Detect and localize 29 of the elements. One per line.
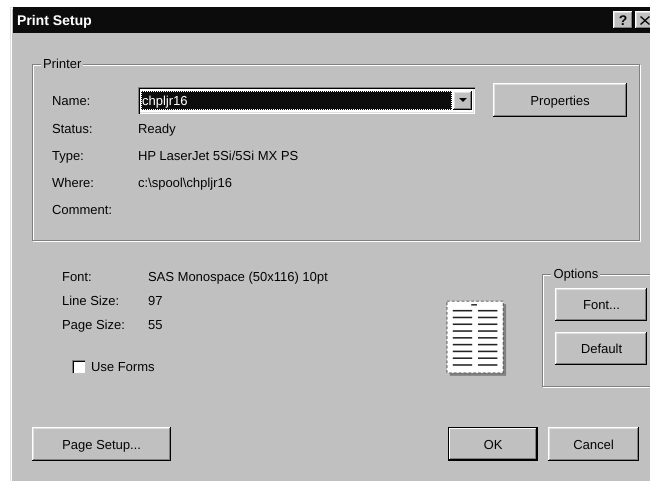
field-label: Where: (52, 174, 95, 191)
option-button[interactable]: Font... (555, 288, 648, 321)
field-label: Line Size: (62, 293, 120, 308)
field-label: Type: (52, 147, 85, 164)
field-label: Status: (52, 120, 94, 137)
group-label: Options (551, 266, 600, 282)
close-button[interactable] (635, 11, 650, 29)
field-label: Font: (62, 269, 93, 284)
field-label: Name: (52, 92, 92, 108)
option-button[interactable]: Default (555, 332, 648, 365)
field-value: 97 (148, 293, 164, 308)
page-preview-icon (446, 299, 508, 379)
field-value: HP LaserJet 5Si/5Si MX PS (138, 147, 298, 164)
field-value: SAS Monospace (50x116) 10pt (148, 269, 328, 284)
help-button[interactable]: ? (613, 11, 633, 29)
dialog-button[interactable]: Page Setup... (32, 427, 171, 461)
properties-button[interactable]: Properties (493, 83, 627, 117)
close-icon (640, 16, 650, 24)
field-label: Comment: (52, 201, 113, 218)
field-label: Page Size: (62, 317, 126, 332)
field-value: Ready (138, 120, 177, 137)
field-value: 55 (148, 317, 164, 332)
dialog-button[interactable]: OK (448, 427, 538, 461)
dialog-button[interactable]: Cancel (548, 427, 639, 461)
field-value: c:\spool\chpljr16 (138, 174, 233, 191)
window-title: Print Setup (17, 12, 93, 28)
checkbox-label[interactable]: Use Forms (91, 359, 155, 374)
printer-name-dropdown[interactable]: chpljr16 (138, 86, 475, 114)
checkbox[interactable] (72, 360, 85, 373)
